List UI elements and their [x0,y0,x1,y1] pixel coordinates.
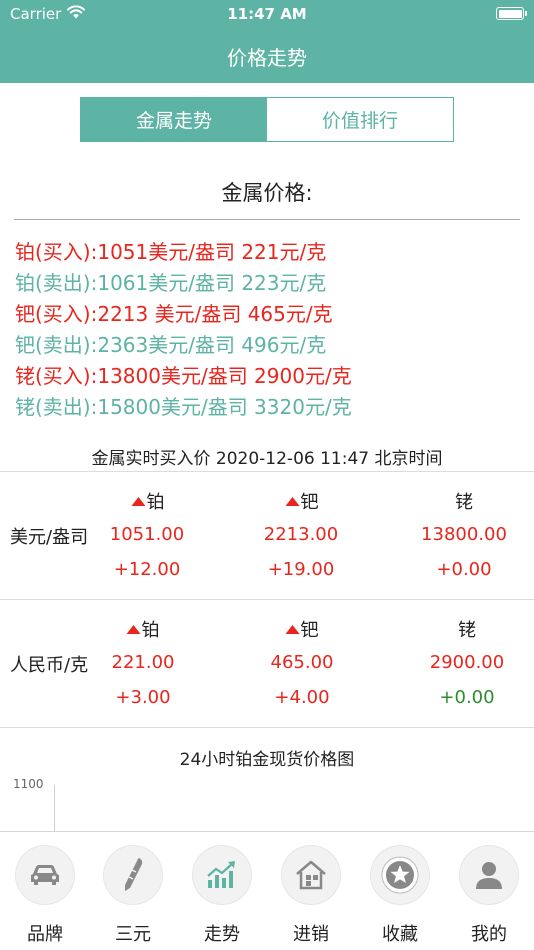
header: Carrier 11:47 AM 价格走势 [0,0,534,83]
tabbar-item-profile[interactable]: 我的 [451,832,527,950]
star-icon [381,856,419,894]
main-content[interactable]: 金属走势 价值排行 金属价格: 铂(买入):1051美元/盎司 221元/克 铂… [0,83,534,831]
price-line-pd-sell: 钯(卖出):2363美元/盎司 496元/克 [15,333,327,357]
price-change: +4.00 [274,687,330,708]
price-value: 2213.00 [263,524,339,545]
tab-bar: 品牌 三元 走势 进销 收藏 我的 [0,831,534,950]
house-icon [296,860,326,890]
page-title: 价格走势 [227,46,307,70]
divider [14,219,520,220]
tabbar-item-brand[interactable]: 品牌 [7,832,83,950]
tab-value-ranking[interactable]: 价值排行 [267,98,453,141]
trend-chart-icon [207,861,235,888]
price-value: 465.00 [270,652,334,673]
status-bar: Carrier 11:47 AM [0,0,534,28]
price-change: +0.00 [439,687,495,708]
tabbar-label: 我的 [471,924,507,945]
price-line-pt-buy: 铂(买入):1051美元/盎司 221元/克 [15,240,327,264]
metal-name-pd: 钯 [285,616,319,642]
battery-icon [496,7,527,20]
car-icon [31,865,59,885]
price-line-pd-buy: 钯(买入):2213 美元/盎司 465元/克 [15,302,333,326]
price-lines: 铂(买入):1051美元/盎司 221元/克 铂(卖出):1061美元/盎司 2… [15,237,352,423]
status-time: 11:47 AM [227,5,307,23]
metal-name-rh: 铑 [458,620,476,641]
price-change: +3.00 [115,687,171,708]
price-line-rh-buy: 铑(买入):13800美元/盎司 2900元/克 [15,364,352,388]
price-chart: 1100 [0,769,534,831]
price-value: 2900.00 [429,652,505,673]
price-change: +19.00 [267,559,335,580]
up-arrow-icon [131,497,146,506]
tabbar-label: 进销 [293,924,329,945]
price-value: 13800.00 [421,524,507,545]
tabbar-item-sales[interactable]: 进销 [273,832,349,950]
price-value: 221.00 [111,652,175,673]
tabbar-item-favorites[interactable]: 收藏 [362,832,438,950]
chart-title: 24小时铂金现货价格图 [179,750,355,770]
price-line-rh-sell: 铑(卖出):15800美元/盎司 3320元/克 [15,395,352,419]
price-change: +0.00 [436,559,492,580]
tabbar-item-trend[interactable]: 走势 [184,832,260,950]
realtime-title: 金属实时买入价 2020-12-06 11:47 北京时间 [91,449,443,469]
metal-name-rh: 铑 [455,492,473,513]
tabbar-label: 收藏 [382,924,418,945]
up-arrow-icon [285,497,300,506]
cny-price-block: 铂 钯 铑 人民币/克 221.00 465.00 2900.00 +3.00 … [0,599,534,727]
metal-name-pd: 钯 [285,488,319,514]
tabbar-label: 走势 [204,924,240,945]
tabbar-label: 品牌 [27,924,63,945]
up-arrow-icon [285,625,300,634]
tabbar-item-sanyuan[interactable]: 三元 [95,832,171,950]
divider [0,727,534,728]
unit-label-cny: 人民币/克 [10,655,89,676]
tabbar-label: 三元 [115,924,151,945]
price-change: +12.00 [113,559,181,580]
usd-price-block: 铂 钯 铑 美元/盎司 1051.00 2213.00 13800.00 +12… [0,471,534,599]
y-axis [54,785,55,831]
metal-prices-title: 金属价格: [221,181,313,205]
unit-label-usd: 美元/盎司 [10,527,89,548]
person-icon [476,862,502,889]
segmented-control: 金属走势 价值排行 [80,97,454,142]
price-value: 1051.00 [109,524,185,545]
y-tick-label: 1100 [13,777,44,791]
metal-name-pt: 铂 [131,488,165,514]
price-line-pt-sell: 铂(卖出):1061美元/盎司 223元/克 [15,271,327,295]
pen-icon [125,858,143,891]
metal-name-pt: 铂 [126,616,160,642]
up-arrow-icon [126,625,141,634]
tab-metal-trend[interactable]: 金属走势 [81,98,267,141]
